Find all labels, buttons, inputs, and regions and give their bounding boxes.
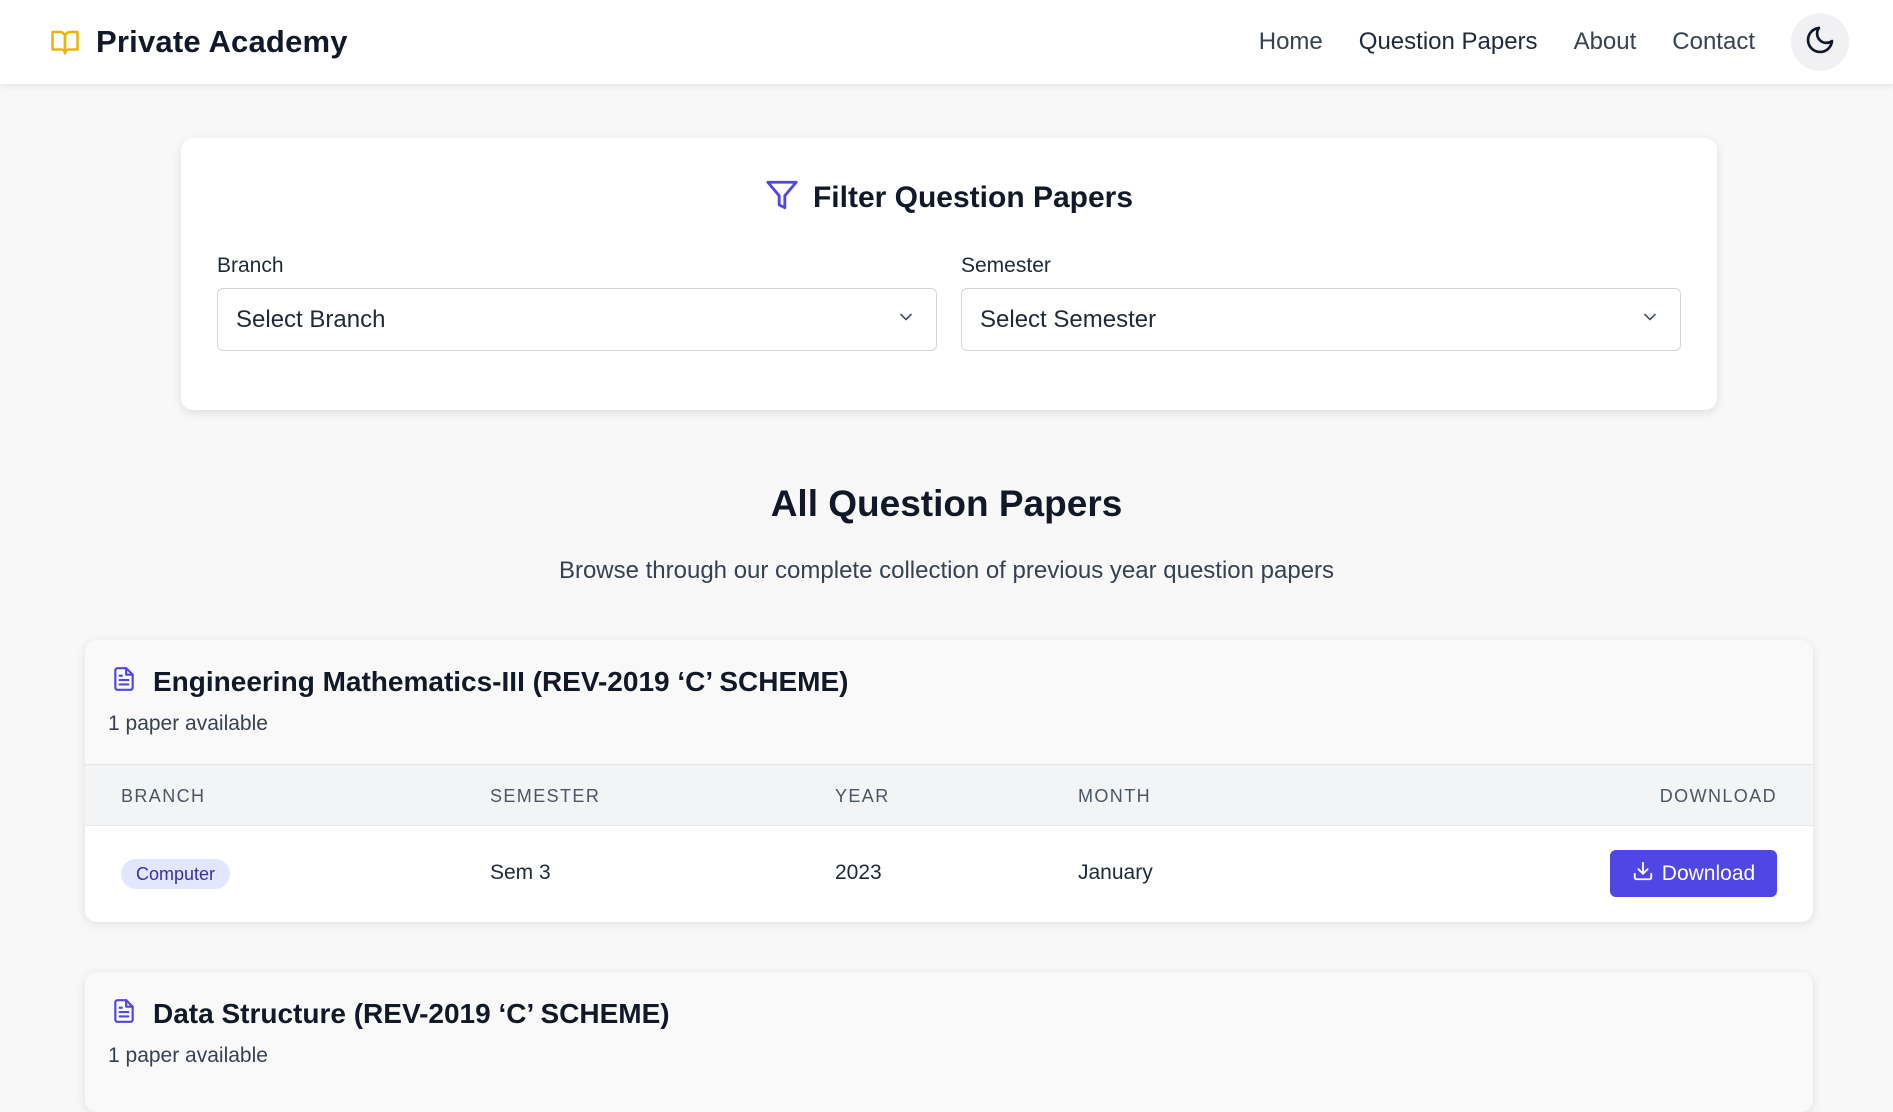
paper-title: Engineering Mathematics-III (REV-2019 ‘C… [153,665,849,697]
nav-link-home[interactable]: Home [1259,28,1323,56]
brand-name: Private Academy [96,24,348,59]
branch-select[interactable]: Select Branch [217,288,937,351]
table-header: BRANCH SEMESTER YEAR MONTH DOWNLOAD [85,764,1813,826]
column-header-year: YEAR [835,786,890,806]
chevron-down-icon [1640,306,1660,334]
column-header-month: MONTH [1078,786,1151,806]
semester-select[interactable]: Select Semester [961,288,1681,351]
nav-link-question-papers[interactable]: Question Papers [1359,28,1538,56]
cell-month: January [1078,861,1153,884]
download-label: Download [1661,861,1756,885]
column-header-semester: SEMESTER [490,786,601,806]
book-open-icon [48,27,82,57]
section-subtitle: Browse through our complete collection o… [558,557,1335,584]
download-button[interactable]: Download [1610,850,1777,897]
paper-count: 1 paper available [108,1044,268,1067]
navbar: Private Academy Home Question Papers Abo… [0,0,1893,84]
column-header-branch: BRANCH [121,786,206,806]
filter-title: Filter Question Papers [812,180,1134,214]
paper-card: Data Structure (REV-2019 ‘C’ SCHEME) 1 p… [85,972,1813,1112]
semester-field: Semester Select Semester [961,254,1681,351]
section-title: All Question Papers [770,483,1123,524]
semester-select-value: Select Semester [980,305,1157,333]
chevron-down-icon [896,306,916,334]
moon-icon [1804,24,1836,61]
file-text-icon [111,664,137,699]
paper-title: Data Structure (REV-2019 ‘C’ SCHEME) [153,997,670,1029]
cell-semester: Sem 3 [490,861,551,884]
brand[interactable]: Private Academy [48,24,348,60]
table-row: Computer Sem 3 2023 January Download [85,826,1813,922]
filter-icon [765,178,799,217]
paper-card: Engineering Mathematics-III (REV-2019 ‘C… [85,640,1813,922]
filter-card: Filter Question Papers Branch Select Bra… [181,138,1717,410]
nav-link-about[interactable]: About [1574,28,1637,56]
branch-badge: Computer [121,859,231,889]
filter-heading: Filter Question Papers [181,178,1717,217]
branch-select-value: Select Branch [236,305,386,333]
paper-card-header: Engineering Mathematics-III (REV-2019 ‘C… [85,640,1813,764]
paper-count: 1 paper available [108,712,268,735]
branch-label: Branch [217,254,284,277]
paper-title-row: Data Structure (REV-2019 ‘C’ SCHEME) [111,996,670,1031]
semester-label: Semester [961,254,1051,277]
file-text-icon [111,996,137,1031]
branch-field: Branch Select Branch [217,254,937,351]
cell-year: 2023 [835,861,882,884]
theme-toggle-button[interactable] [1791,13,1849,71]
nav-link-contact[interactable]: Contact [1672,28,1755,56]
download-icon [1632,860,1654,888]
column-header-download: DOWNLOAD [1659,786,1777,806]
paper-title-row: Engineering Mathematics-III (REV-2019 ‘C… [111,664,849,699]
main-nav: Home Question Papers About Contact [1259,13,1849,71]
paper-card-header: Data Structure (REV-2019 ‘C’ SCHEME) 1 p… [85,972,1813,1096]
